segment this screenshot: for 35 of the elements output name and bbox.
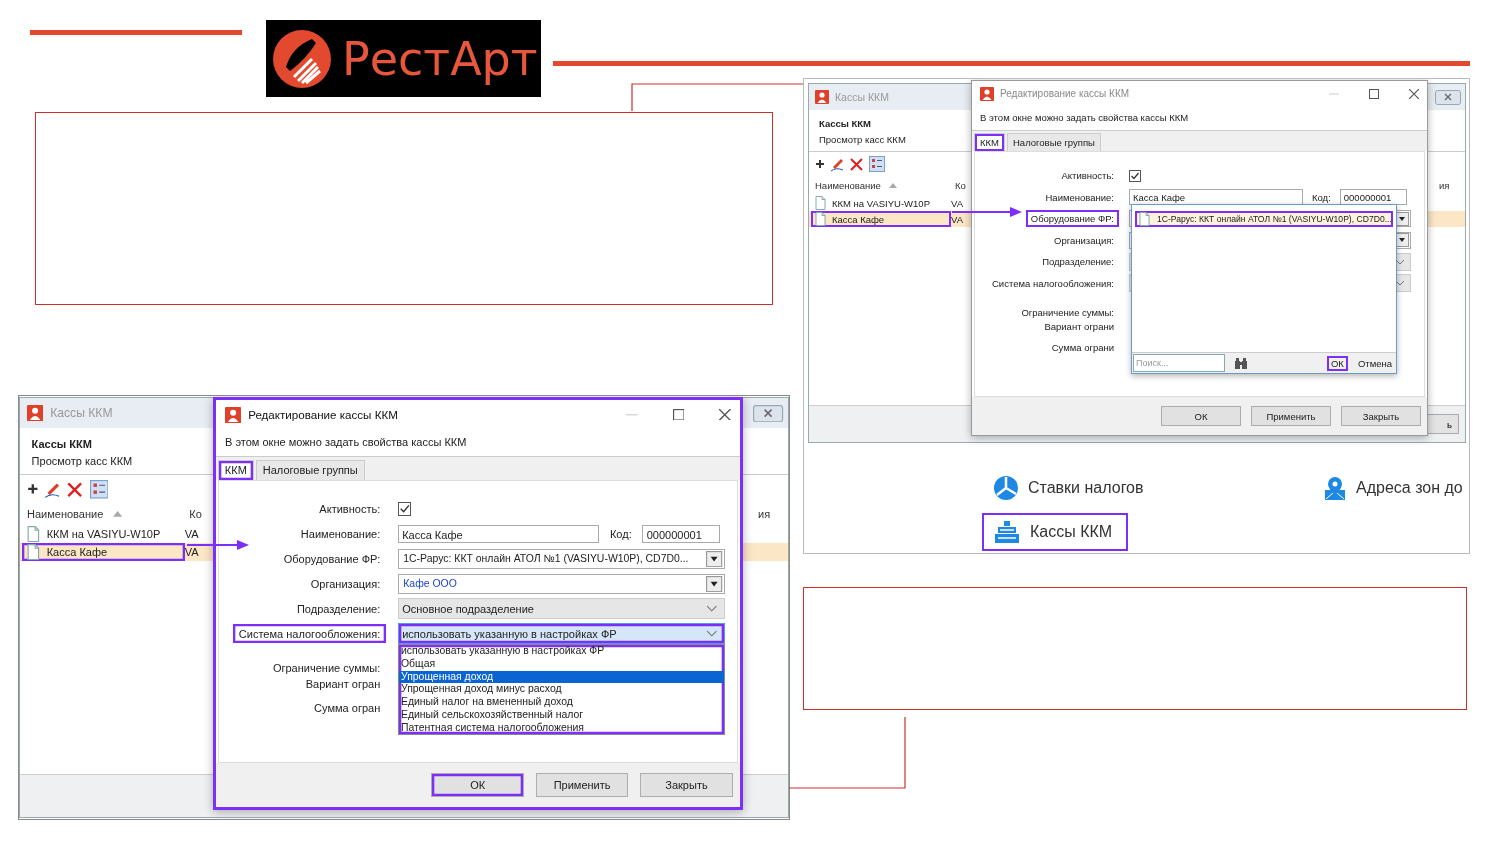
field-label: Система налогообложения: [991,276,1115,291]
table-cell: VA [951,197,963,209]
field-label: Сумма ограни [1050,341,1115,356]
page-heading: Кассы ККМ [819,118,872,129]
field-label: Вариант ограни [1043,319,1115,334]
field-label: Ограничение суммы: [271,660,382,676]
brand-name: РестАрт [342,31,538,86]
field-label: Система налогообложения: [233,624,387,644]
field-label: Наименование: [299,526,382,542]
field-label: Код: [609,527,632,540]
hint-text: В этом окне можно задать свойства кассы ККМ [979,111,1190,125]
field-label: Оборудование ФР: [1025,210,1119,228]
window-title: Кассы ККМ [50,406,113,421]
field-label: Активность: [318,501,382,517]
window-title: Редактирование кассы ККМ [248,408,398,422]
table-cell: VA [951,213,963,225]
page-subtitle: Просмотр касс ККМ [31,455,133,468]
field-label: Активность: [1060,169,1115,184]
table-cell: VA [184,527,199,540]
page-subtitle: Просмотр касс ККМ [819,134,906,145]
window-title: Редактирование кассы ККМ [1000,88,1130,99]
field-label: Код: [1312,191,1331,203]
field-label: Сумма огран [313,701,382,717]
field-label: Ограничение суммы: [1020,306,1115,321]
field-label: Наименование: [1044,190,1115,205]
field-label: Вариант огран [304,676,382,692]
field-label: Подразделение: [1041,255,1115,270]
window-title: Кассы ККМ [835,91,889,103]
page-heading: Кассы ККМ [31,437,92,450]
field-label: Организация: [309,576,382,592]
hint-text: В этом окне можно задать свойства кассы ККМ [224,435,468,451]
table-cell: VA [184,546,199,559]
field-label: Оборудование ФР: [282,551,382,567]
field-label: Подразделение: [295,601,382,617]
field-label: Организация: [1053,233,1115,248]
